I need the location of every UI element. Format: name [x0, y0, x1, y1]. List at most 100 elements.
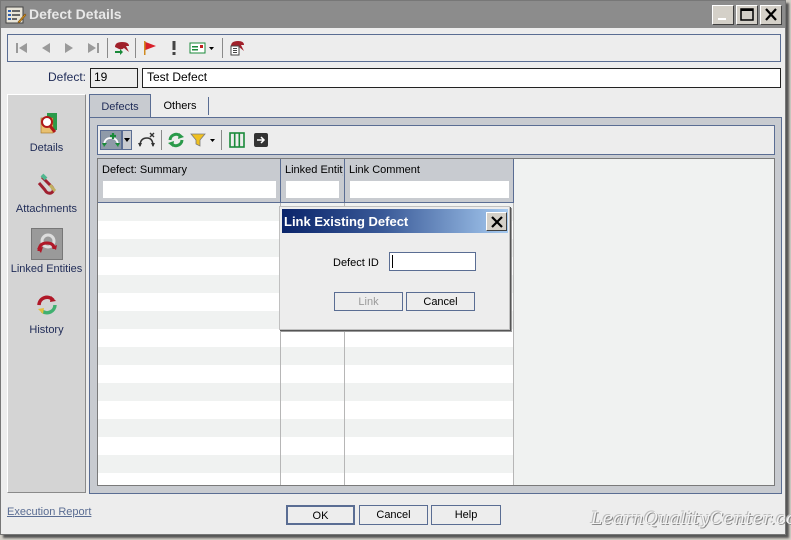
- attachments-icon: [31, 168, 63, 200]
- link-dropdown-button[interactable]: [122, 130, 132, 150]
- toolbar-separator: [135, 38, 136, 58]
- main-toolbar: [7, 34, 781, 62]
- toolbar-separator: [221, 130, 222, 150]
- columns-icon: [229, 132, 245, 148]
- dialog-cancel-button[interactable]: Cancel: [406, 292, 475, 311]
- report-icon: [230, 41, 244, 56]
- chevron-down-icon: [124, 138, 130, 142]
- defect-id-label: Defect ID: [333, 257, 379, 269]
- close-icon: [490, 215, 503, 228]
- column-filter-input[interactable]: [349, 180, 510, 199]
- empty-grid-row: [98, 365, 514, 383]
- sidebar-label: Details: [29, 142, 64, 154]
- maximize-button[interactable]: [736, 5, 758, 25]
- details-icon: [31, 107, 63, 139]
- link-existing-defect-dialog: Link Existing Defect Defect ID Link Canc…: [279, 206, 510, 330]
- report-button[interactable]: [226, 38, 248, 58]
- highlight-button[interactable]: [163, 38, 185, 58]
- column-divider: [513, 203, 514, 485]
- execution-report-link[interactable]: Execution Report: [7, 506, 91, 518]
- maximize-icon: [740, 8, 754, 21]
- defect-name-field[interactable]: Test Defect: [142, 68, 781, 88]
- title-bar[interactable]: Defect Details: [1, 1, 785, 28]
- column-title: Link Comment: [349, 164, 420, 176]
- sidebar-label: Attachments: [15, 203, 78, 215]
- next-record-button[interactable]: [58, 38, 80, 58]
- column-header-link-comment[interactable]: Link Comment: [345, 159, 514, 203]
- empty-grid-row: [98, 455, 514, 473]
- previous-icon: [42, 43, 50, 53]
- link-add-icon: [102, 133, 120, 147]
- first-record-button[interactable]: [11, 38, 33, 58]
- column-header-summary[interactable]: Defect: Summary: [98, 159, 281, 203]
- dialog-title-bar[interactable]: Link Existing Defect: [282, 209, 508, 233]
- empty-grid-row: [98, 473, 514, 485]
- empty-grid-row: [98, 347, 514, 365]
- tab-defects[interactable]: Defects: [89, 94, 151, 118]
- defect-id-field: 19: [90, 68, 138, 88]
- send-by-email-button[interactable]: [111, 38, 133, 58]
- sidebar-label: Linked Entities: [10, 263, 83, 275]
- minimize-icon: [718, 18, 726, 20]
- cancel-button[interactable]: Cancel: [359, 505, 428, 525]
- column-title: Linked Entity: [285, 164, 343, 176]
- defect-details-window: Defect Details Defect: 19 Test Defect De…: [0, 0, 791, 535]
- defect-details-icon: [5, 5, 27, 25]
- dialog-close-button[interactable]: [486, 212, 507, 231]
- exclamation-icon: [172, 41, 176, 55]
- link-button[interactable]: Link: [334, 292, 403, 311]
- linked-entities-icon: [30, 228, 63, 260]
- flag-button[interactable]: [139, 38, 161, 58]
- column-filter-input[interactable]: [285, 180, 340, 199]
- link-remove-icon: [138, 132, 155, 147]
- send-mail-icon: [115, 42, 129, 55]
- toolbar-separator: [161, 130, 162, 150]
- refresh-button[interactable]: [165, 130, 187, 150]
- sidebar-item-linked-entities[interactable]: Linked Entities: [8, 228, 85, 275]
- view-card-icon: [189, 42, 214, 54]
- filter-icon: [190, 133, 215, 147]
- dialog-title: Link Existing Defect: [284, 214, 409, 229]
- toolbar-separator: [222, 38, 223, 58]
- sidebar-label: History: [29, 324, 64, 336]
- column-filter-input[interactable]: [102, 180, 277, 199]
- sidebar-item-attachments[interactable]: Attachments: [8, 168, 85, 215]
- text-caret: [392, 255, 393, 268]
- grid-header: Defect: Summary Linked Entity Link Comme…: [98, 159, 514, 203]
- minimize-button[interactable]: [712, 5, 734, 25]
- flag-icon: [144, 41, 156, 55]
- defect-id-input[interactable]: [389, 252, 476, 271]
- defect-label: Defect:: [48, 70, 87, 84]
- empty-grid-row: [98, 419, 514, 437]
- window-title: Defect Details: [29, 6, 122, 22]
- sidebar-item-history[interactable]: History: [8, 289, 85, 336]
- empty-grid-row: [98, 401, 514, 419]
- tab-others[interactable]: Others: [151, 94, 209, 118]
- help-button[interactable]: Help: [431, 505, 501, 525]
- remove-link-button[interactable]: [136, 130, 158, 150]
- empty-grid-row: [98, 383, 514, 401]
- ok-button[interactable]: OK: [286, 505, 355, 525]
- column-title: Defect: Summary: [102, 164, 187, 176]
- link-defect-button[interactable]: [100, 130, 122, 150]
- filter-button[interactable]: [188, 130, 218, 150]
- next-icon: [65, 43, 73, 53]
- close-icon: [765, 8, 777, 21]
- toolbar-separator: [107, 38, 108, 58]
- column-header-linked-entity[interactable]: Linked Entity: [281, 159, 345, 203]
- history-icon: [31, 289, 63, 321]
- sidebar-item-details[interactable]: Details: [8, 107, 85, 154]
- empty-grid-row: [98, 329, 514, 347]
- close-button[interactable]: [760, 5, 782, 25]
- sidebar: Details Attachments Linked Entities Hist…: [7, 94, 86, 493]
- first-icon: [16, 43, 27, 53]
- view-options-button[interactable]: [188, 38, 218, 58]
- go-to-icon: [254, 133, 268, 147]
- links-toolbar: [97, 125, 775, 155]
- last-icon: [88, 43, 99, 53]
- empty-grid-row: [98, 437, 514, 455]
- last-record-button[interactable]: [82, 38, 104, 58]
- go-to-button[interactable]: [250, 130, 272, 150]
- select-columns-button[interactable]: [226, 130, 248, 150]
- previous-record-button[interactable]: [35, 38, 57, 58]
